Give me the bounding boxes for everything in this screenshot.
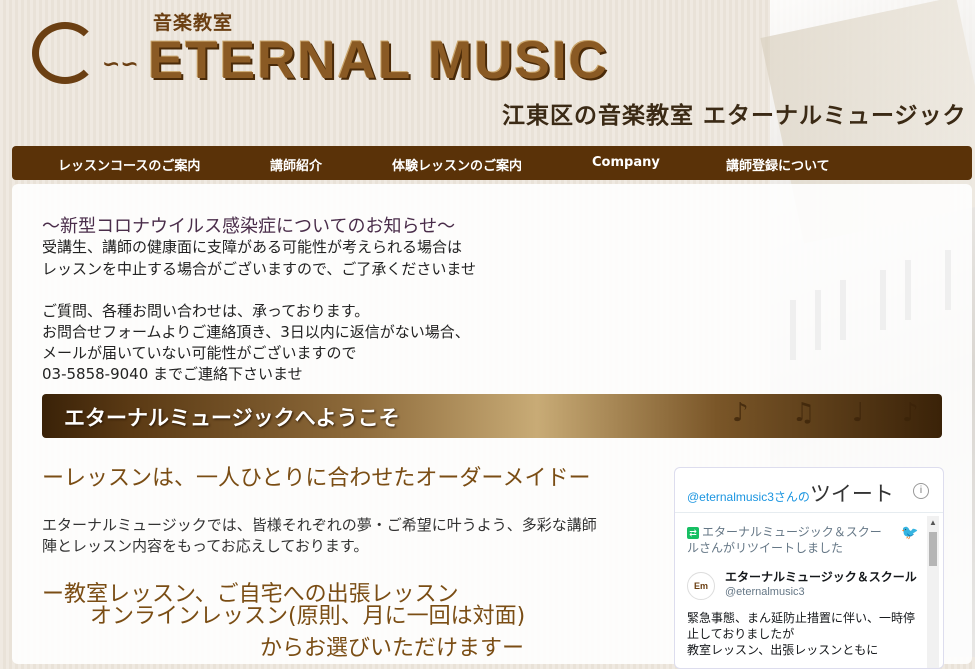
lesson-options-line: オンラインレッスン(原則、月に一回は対面) [90, 604, 526, 629]
site-header: ∽∽ 音楽教室 ETERNAL MUSIC 江東区の音楽教室 エターナルミュージ… [0, 0, 975, 140]
twitter-divider [675, 512, 943, 513]
music-note-icon: ♪ [902, 398, 919, 428]
scroll-up-arrow-icon[interactable]: ▲ [929, 518, 937, 527]
nav-item-instructors[interactable]: 講師紹介 [270, 155, 322, 174]
music-note-icon: ♪ [732, 398, 749, 428]
site-logo[interactable]: ∽∽ 音楽教室 ETERNAL MUSIC [28, 8, 628, 90]
twitter-handle-link[interactable]: @eternalmusic3さんの [687, 490, 810, 504]
twitter-tweets-label: ツイート [809, 483, 894, 506]
main-nav: レッスンコースのご案内 講師紹介 体験レッスンのご案内 Company 講師登録… [12, 146, 972, 180]
logo-text: ETERNAL MUSIC [148, 31, 609, 90]
tweet-body: 緊急事態、まん延防止措置に伴い、一時停止しておりましたが 教室レッスン、出張レッ… [687, 611, 916, 657]
retweet-notice-text: エターナルミュージック＆スクールさんがリツイートしました [687, 525, 882, 555]
notice-line: メールが届いていない可能性がございますので [42, 344, 357, 362]
retweet-icon: ⇄ [687, 527, 699, 539]
nav-item-instructor-registration[interactable]: 講師登録について [726, 155, 830, 174]
nav-item-trial-lesson[interactable]: 体験レッスンのご案内 [392, 155, 522, 174]
welcome-banner: エターナルミュージックへようこそ ♪ ♫ ♩ ♪ [42, 394, 942, 438]
twitter-scrollbar[interactable]: ▲ [927, 516, 939, 668]
nav-item-lesson-courses[interactable]: レッスンコースのご案内 [58, 155, 200, 174]
tweet-account-name[interactable]: エターナルミュージック＆スクール [725, 568, 917, 585]
twitter-header: @eternalmusic3さんのツイート [687, 478, 894, 508]
music-note-icon: ♩ [852, 398, 865, 428]
site-tagline: 江東区の音楽教室 エターナルミュージック [502, 103, 967, 129]
scrollbar-thumb[interactable] [929, 532, 937, 566]
lesson-heading: ーレッスンは、一人ひとりに合わせたオーダーメイドー [42, 466, 591, 491]
music-note-icon: ♫ [792, 398, 816, 428]
welcome-heading: エターナルミュージックへようこそ [64, 406, 400, 430]
logo-emblem-icon [32, 22, 98, 84]
lesson-options-line: からお選びいただけますー [260, 636, 525, 661]
twitter-timeline-widget[interactable]: @eternalmusic3さんのツイート i ▲ ⇄ エターナルミュージック＆ス… [674, 467, 944, 669]
notice-title: ～新型コロナウイルス感染症についてのお知らせ～ [42, 216, 456, 237]
contact-phone-line: 03-5858-9040 までご連絡下さいませ [42, 365, 303, 383]
notice-line: 受講生、講師の健康面に支障がある可能性が考えられる場合は [42, 238, 463, 256]
nav-item-company[interactable]: Company [592, 155, 660, 170]
notice-line: レッスンを中止する場合がございますので、ご了承くださいませ [42, 260, 476, 278]
lesson-description: エターナルミュージックでは、皆様それぞれの夢・ご希望に叶うよう、多彩な講師 [42, 516, 597, 534]
lesson-description: 陣とレッスン内容をもってお応えしております。 [42, 537, 369, 555]
notice-line: ご質問、各種お問い合わせは、承っております。 [42, 302, 370, 320]
notice-line: お問合せフォームよりご連絡頂き、3日以内に返信がない場合、 [42, 323, 470, 341]
retweet-notice: ⇄ エターナルミュージック＆スクールさんがリツイートしました [687, 524, 887, 556]
logo-squiggle-icon: ∽∽ [102, 52, 139, 77]
info-icon[interactable]: i [913, 483, 929, 499]
twitter-bird-icon[interactable]: 🐦 [901, 524, 918, 541]
tweet-account-handle[interactable]: @eternalmusic3 [725, 586, 805, 598]
avatar[interactable]: Em [687, 572, 715, 600]
